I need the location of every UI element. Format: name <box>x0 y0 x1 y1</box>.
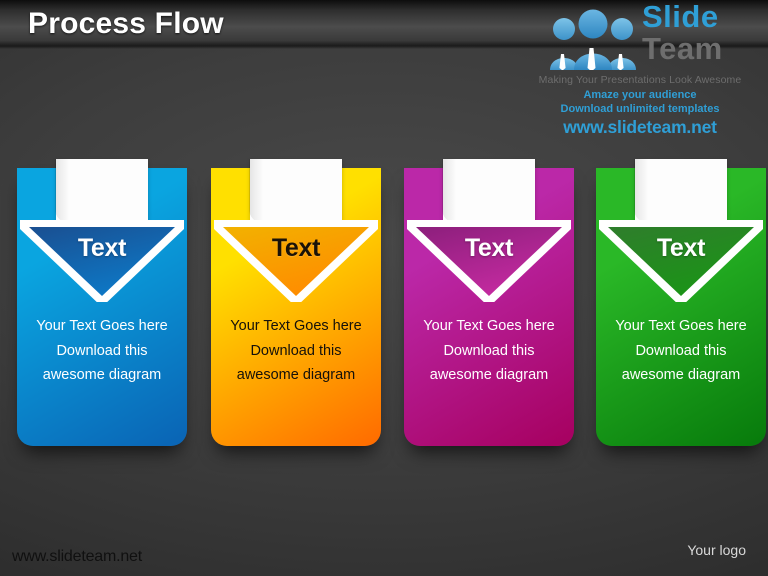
process-card[interactable]: Text Your Text Goes here Download this aw… <box>211 159 381 446</box>
card-body-text: Your Text Goes here Download this awesom… <box>615 318 747 383</box>
card-body-text: Your Text Goes here Download this awesom… <box>423 318 555 383</box>
process-card[interactable]: Text Your Text Goes here Download this aw… <box>404 159 574 446</box>
process-card[interactable]: Text Your Text Goes here Download this aw… <box>596 159 766 446</box>
card-text-label: Text <box>77 234 127 262</box>
card-ribbon <box>442 159 535 223</box>
card-ribbon <box>249 159 342 223</box>
slide-canvas: Process Flow Slide Team Making Your Pres… <box>0 0 768 576</box>
card-body-text: Your Text Goes here Download this awesom… <box>230 318 362 383</box>
process-flow-cards: Text Your Text Goes here Download this aw… <box>0 0 768 576</box>
card-body-text: Your Text Goes here Download this awesom… <box>36 318 168 383</box>
card-text-label: Text <box>464 234 514 262</box>
footer-logo-placeholder: Your logo <box>687 542 746 558</box>
card-ribbon <box>634 159 727 223</box>
card-text-label: Text <box>271 234 321 262</box>
card-arrow: Text <box>214 220 378 302</box>
card-ribbon <box>55 159 148 223</box>
card-arrow: Text <box>599 220 763 302</box>
card-text-label: Text <box>656 234 706 262</box>
card-arrow: Text <box>407 220 571 302</box>
footer-url: www.slideteam.net <box>12 548 142 565</box>
process-card[interactable]: Text Your Text Goes here Download this aw… <box>17 159 187 446</box>
card-arrow: Text <box>20 220 184 302</box>
